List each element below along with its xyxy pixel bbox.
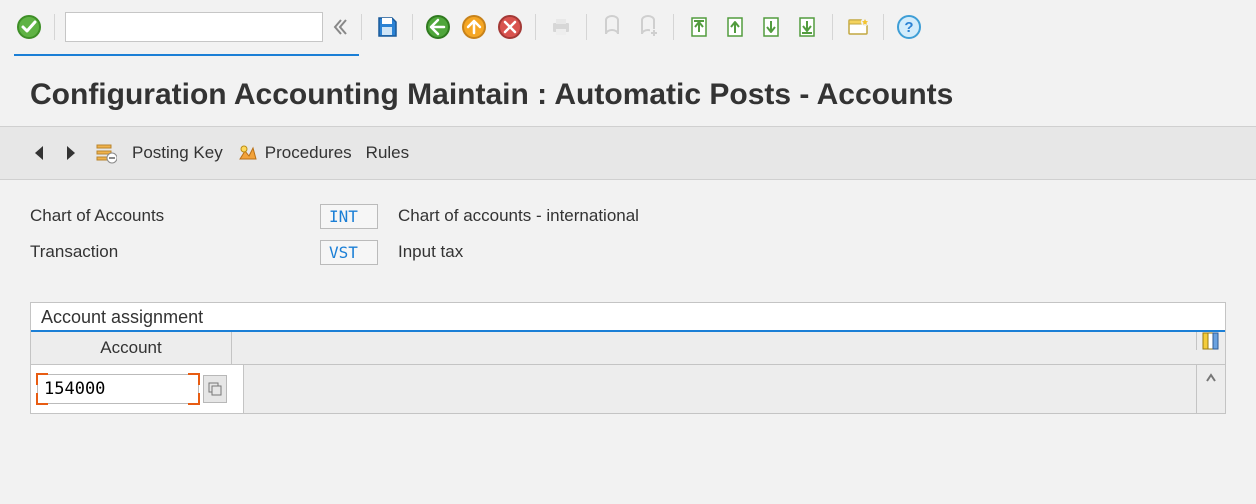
account-assignment-title: Account assignment (31, 303, 1225, 332)
column-config-button[interactable] (1196, 332, 1225, 350)
account-column-header[interactable]: Account (31, 332, 232, 364)
back-icon[interactable] (423, 12, 453, 42)
ok-icon[interactable] (14, 12, 44, 42)
separator (673, 14, 674, 40)
help-icon[interactable]: ? (894, 12, 924, 42)
command-field[interactable] (65, 12, 323, 42)
chart-of-accounts-desc: Chart of accounts - international (398, 206, 639, 226)
rules-button[interactable]: Rules (366, 143, 409, 163)
find-icon (597, 12, 627, 42)
last-page-icon[interactable] (792, 12, 822, 42)
account-cell (31, 365, 244, 413)
chart-of-accounts-label: Chart of Accounts (30, 206, 320, 226)
account-assignment-panel: Account assignment Account (30, 302, 1226, 414)
chevron-left-icon[interactable] (329, 12, 351, 42)
procedures-icon (237, 138, 259, 168)
grid-rest (244, 365, 1196, 413)
transaction-code: VST (320, 240, 378, 265)
chart-of-accounts-code: INT (320, 204, 378, 229)
separator (535, 14, 536, 40)
separator (832, 14, 833, 40)
prev-page-icon[interactable] (720, 12, 750, 42)
chart-of-accounts-row: Chart of Accounts INT Chart of accounts … (30, 198, 1226, 234)
grid-header-spacer (232, 332, 1196, 364)
header-fields: Chart of Accounts INT Chart of accounts … (0, 180, 1256, 280)
nav-forward-arrow-icon[interactable] (62, 138, 80, 168)
procedures-label: Procedures (265, 143, 352, 163)
system-toolbar: ? (0, 0, 1256, 54)
next-page-icon[interactable] (756, 12, 786, 42)
print-icon (546, 12, 576, 42)
value-help-button[interactable] (203, 375, 227, 403)
procedures-button[interactable]: Procedures (237, 138, 352, 168)
find-next-icon (633, 12, 663, 42)
separator (883, 14, 884, 40)
selection-corner (36, 373, 48, 385)
separator (586, 14, 587, 40)
posting-key-label: Posting Key (132, 143, 223, 163)
application-toolbar: Posting Key Procedures Rules (0, 126, 1256, 180)
cancel-icon[interactable] (495, 12, 525, 42)
transaction-desc: Input tax (398, 242, 463, 262)
first-page-icon[interactable] (684, 12, 714, 42)
title-area: Configuration Accounting Maintain : Auto… (0, 56, 1256, 126)
grid-body (31, 365, 1225, 413)
account-input[interactable] (37, 374, 199, 404)
rules-label: Rules (366, 143, 409, 163)
transaction-label: Transaction (30, 242, 320, 262)
grid-header: Account (31, 332, 1225, 365)
posting-key-button[interactable]: Posting Key (132, 143, 223, 163)
svg-text:?: ? (904, 19, 913, 36)
separator (361, 14, 362, 40)
save-icon[interactable] (372, 12, 402, 42)
new-session-icon[interactable] (843, 12, 873, 42)
list-remove-icon[interactable] (94, 138, 118, 168)
transaction-row: Transaction VST Input tax (30, 234, 1226, 270)
selection-corner (188, 393, 200, 405)
separator (412, 14, 413, 40)
separator (54, 14, 55, 40)
page-title: Configuration Accounting Maintain : Auto… (30, 78, 1226, 112)
selection-corner (188, 373, 200, 385)
exit-icon[interactable] (459, 12, 489, 42)
nav-back-arrow-icon[interactable] (30, 138, 48, 168)
selection-corner (36, 393, 48, 405)
scroll-up-button[interactable] (1196, 365, 1225, 413)
